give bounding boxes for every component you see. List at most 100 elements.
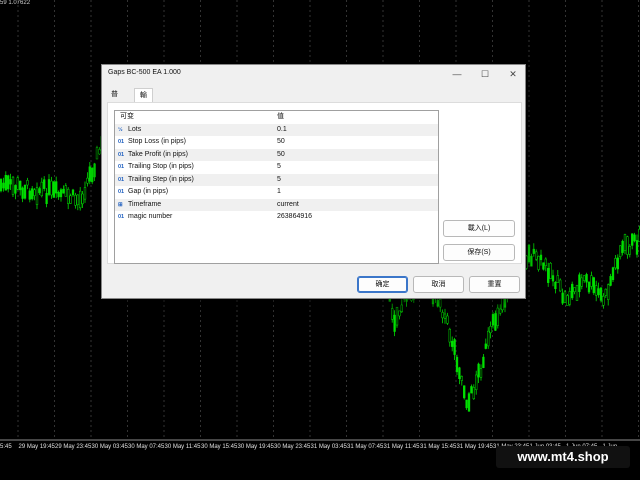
parameter-value[interactable]: 50 bbox=[277, 149, 285, 162]
candle-body bbox=[571, 283, 574, 299]
time-label: 29 May 19:45 bbox=[18, 444, 55, 450]
candle-body bbox=[463, 385, 466, 399]
parameter-value[interactable]: 50 bbox=[277, 136, 285, 149]
time-label: 30 May 11:45 bbox=[164, 444, 201, 450]
candle-body bbox=[554, 281, 557, 289]
candle-body bbox=[52, 181, 55, 198]
candle-body bbox=[71, 189, 75, 196]
candle-body bbox=[391, 308, 394, 320]
candle-body bbox=[35, 187, 39, 205]
candle-body bbox=[628, 246, 631, 255]
parameter-value[interactable]: 0.1 bbox=[277, 124, 287, 137]
candle-body bbox=[472, 387, 475, 400]
save-button[interactable]: 保存(S) bbox=[443, 244, 515, 261]
candle-body bbox=[499, 308, 502, 314]
parameter-value[interactable]: 5 bbox=[277, 174, 281, 187]
integer-icon: 01 bbox=[118, 176, 125, 183]
parameter-value[interactable]: 263864916 bbox=[277, 211, 312, 224]
candle-body bbox=[549, 262, 552, 279]
time-label: 31 May 11:45 bbox=[383, 444, 420, 450]
candle-body bbox=[91, 167, 94, 183]
candle-body bbox=[599, 287, 603, 301]
candle-body bbox=[398, 310, 401, 317]
load-button[interactable]: 載入(L) bbox=[443, 220, 515, 237]
candle-body bbox=[0, 178, 3, 192]
candle-body bbox=[633, 234, 636, 242]
candle-body bbox=[448, 328, 451, 343]
parameter-row[interactable]: 01 Stop Loss (in pips) 50 bbox=[115, 136, 438, 149]
price-readout: 59 1.07622 bbox=[0, 0, 31, 6]
candle-body bbox=[83, 187, 87, 200]
candle-body bbox=[9, 179, 12, 185]
candle-body bbox=[585, 274, 588, 283]
candle-body bbox=[453, 339, 456, 355]
time-label: 30 May 23:45 bbox=[274, 444, 311, 450]
close-button[interactable]: ✕ bbox=[502, 65, 524, 83]
candle-body bbox=[575, 285, 579, 301]
integer-icon: 01 bbox=[118, 214, 125, 220]
candle-body bbox=[611, 267, 615, 280]
candle-body bbox=[631, 233, 634, 246]
candle-body bbox=[561, 292, 564, 304]
maximize-button[interactable]: ☐ bbox=[474, 65, 496, 83]
parameter-row[interactable]: 01 Take Profit (in pips) 50 bbox=[115, 148, 438, 162]
candle-body bbox=[587, 282, 591, 293]
candle-body bbox=[4, 174, 7, 191]
candle-body bbox=[93, 163, 96, 178]
candle-body bbox=[475, 374, 478, 390]
candle-body bbox=[458, 367, 461, 379]
candle-body bbox=[31, 188, 34, 200]
time-label: 31 May 19:45 bbox=[456, 444, 493, 450]
parameter-row[interactable]: ½ Lots 0.1 bbox=[115, 123, 438, 137]
time-label: 31 May 07:45 bbox=[347, 444, 384, 450]
candle-body bbox=[33, 189, 36, 196]
reset-button[interactable]: 重置 bbox=[469, 276, 520, 293]
candle-body bbox=[38, 188, 41, 194]
candle-body bbox=[67, 188, 70, 204]
candle-body bbox=[446, 315, 449, 324]
candle-body bbox=[45, 193, 48, 204]
candle-body bbox=[527, 244, 531, 263]
candle-body bbox=[578, 274, 581, 293]
candle-body bbox=[489, 326, 492, 334]
parameter-name: Take Profit (in pips) bbox=[128, 150, 188, 158]
candle-body bbox=[487, 330, 490, 347]
parameter-row[interactable]: 01 Trailing Stop (in pips) 5 bbox=[115, 161, 438, 174]
tab-inputs[interactable]: 輸入 bbox=[134, 88, 153, 113]
candle-body bbox=[535, 251, 538, 260]
dialog-title: Gaps BC-500 EA 1.000 bbox=[108, 69, 181, 76]
candle-body bbox=[602, 296, 605, 306]
minimize-button[interactable]: — bbox=[446, 65, 468, 83]
integer-icon: 01 bbox=[118, 151, 125, 158]
parameter-row[interactable]: 01 magic number 263864916 bbox=[115, 211, 438, 224]
candle-body bbox=[55, 181, 58, 194]
candle-body bbox=[2, 182, 5, 189]
cancel-button[interactable]: 取消 bbox=[413, 276, 464, 293]
candle-body bbox=[40, 181, 43, 197]
parameter-value[interactable]: 1 bbox=[277, 186, 281, 199]
candle-body bbox=[619, 245, 622, 257]
expert-properties-dialog: Gaps BC-500 EA 1.000 — ☐ ✕ 普通 輸入 可变 值 ½L… bbox=[101, 64, 526, 299]
parameter-name: Stop Loss (in pips) bbox=[128, 138, 186, 145]
candle-body bbox=[580, 277, 583, 287]
candle-body bbox=[16, 177, 19, 190]
candle-body bbox=[583, 275, 586, 281]
parameter-value[interactable]: current bbox=[277, 199, 299, 212]
dialog-titlebar[interactable]: Gaps BC-500 EA 1.000 — ☐ ✕ bbox=[102, 65, 525, 83]
candle-body bbox=[81, 193, 84, 205]
tab-common[interactable]: 普通 bbox=[106, 88, 123, 112]
candle-body bbox=[559, 279, 562, 292]
candle-body bbox=[537, 256, 540, 270]
candle-body bbox=[14, 185, 17, 194]
candle-body bbox=[530, 255, 533, 267]
candle-body bbox=[439, 299, 442, 308]
parameter-row[interactable]: ⊞ Timeframe current bbox=[115, 198, 438, 212]
candle-body bbox=[465, 399, 468, 409]
parameter-value[interactable]: 5 bbox=[277, 161, 281, 174]
parameter-row[interactable]: 01 Trailing Step (in pips) 5 bbox=[115, 173, 438, 187]
watermark: www.mt4.shop bbox=[496, 446, 630, 468]
parameter-row[interactable]: 01 Gap (in pips) 1 bbox=[115, 186, 438, 199]
candle-body bbox=[69, 195, 72, 204]
candle-body bbox=[592, 277, 595, 294]
ok-button[interactable]: 确定 bbox=[357, 276, 408, 293]
